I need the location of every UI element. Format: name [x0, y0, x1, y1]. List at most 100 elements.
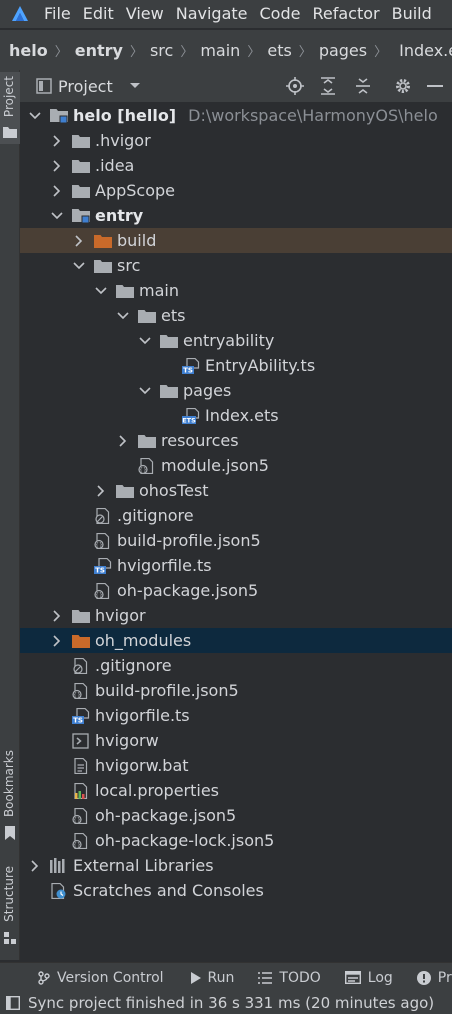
dropdown-arrow-icon[interactable]	[129, 82, 141, 90]
left-tool-stripe: Project Bookmarks Structure	[0, 70, 20, 960]
chevron-down-icon[interactable]	[94, 284, 108, 298]
tree-row-appscope[interactable]: AppScope	[20, 178, 452, 203]
expand-all-icon[interactable]	[318, 76, 338, 96]
tree-row-oh-modules[interactable]: oh_modules	[20, 628, 452, 653]
tree-row-hvigorw-bat[interactable]: hvigorw.bat	[20, 753, 452, 778]
tree-row-scratches-and-consoles[interactable]: Scratches and Consoles	[20, 878, 452, 903]
tree-row-idea[interactable]: .idea	[20, 153, 452, 178]
chevron-down-icon[interactable]	[138, 384, 152, 398]
chevron-down-icon[interactable]	[50, 209, 64, 223]
tree-row-pages[interactable]: pages	[20, 378, 452, 403]
chevron-right-icon[interactable]	[50, 134, 64, 148]
tree-item-label: Index.ets	[205, 406, 279, 425]
tree-row-oh-package-json5[interactable]: {} oh-package.json5	[20, 803, 452, 828]
chevron-right-icon[interactable]	[50, 609, 64, 623]
chevron-right-icon[interactable]	[28, 859, 42, 873]
breadcrumb-src[interactable]: src	[150, 41, 173, 60]
tree-row-hvigor[interactable]: hvigor	[20, 603, 452, 628]
bookmarks-tool-tab[interactable]: Bookmarks	[0, 746, 20, 846]
tree-row-entryability-ts[interactable]: TS EntryAbility.ts	[20, 353, 452, 378]
tree-row-build[interactable]: build	[20, 228, 452, 253]
breadcrumb-module[interactable]: entry	[75, 41, 123, 60]
tree-row-entry[interactable]: entry	[20, 203, 452, 228]
project-panel-title[interactable]: Project	[58, 77, 113, 96]
tree-row-hvigorw[interactable]: hvigorw	[20, 728, 452, 753]
project-tool-tab[interactable]: Project	[0, 72, 20, 144]
hide-panel-icon[interactable]	[425, 76, 445, 96]
chevron-right-icon[interactable]	[50, 159, 64, 173]
tree-row-hvigorfile-ts[interactable]: TS hvigorfile.ts	[20, 553, 452, 578]
structure-tool-tab[interactable]: Structure	[0, 862, 20, 952]
select-opened-file-icon[interactable]	[285, 76, 305, 96]
tool-windows-toggle-icon[interactable]	[6, 996, 20, 1010]
tree-item-label: build-profile.json5	[117, 531, 261, 550]
menu-edit[interactable]: Edit	[77, 0, 120, 28]
menu-navigate[interactable]: Navigate	[170, 0, 254, 28]
tree-row-external-libraries[interactable]: External Libraries	[20, 853, 452, 878]
scratches-icon	[50, 882, 68, 899]
tree-row-build-profile-json5[interactable]: {} build-profile.json5	[20, 678, 452, 703]
tree-row-hvigor[interactable]: .hvigor	[20, 128, 452, 153]
tree-row-oh-package-json5[interactable]: {} oh-package.json5	[20, 578, 452, 603]
version-control-button[interactable]: Version Control	[38, 970, 164, 986]
svg-text:{}: {}	[73, 692, 81, 699]
chevron-right-icon[interactable]	[50, 634, 64, 648]
folder-icon	[138, 308, 156, 324]
chevron-right-icon[interactable]	[50, 184, 64, 198]
tree-row-index-ets[interactable]: ETS Index.ets	[20, 403, 452, 428]
gear-icon[interactable]	[393, 76, 413, 96]
tree-row-build-profile-json5[interactable]: {} build-profile.json5	[20, 528, 452, 553]
json-file-icon: {}	[72, 807, 90, 824]
tree-row-ohostest[interactable]: ohosTest	[20, 478, 452, 503]
log-button[interactable]: Log	[344, 970, 393, 986]
chevron-right-icon[interactable]	[116, 434, 130, 448]
chevron-right-icon[interactable]	[94, 484, 108, 498]
tree-row-gitignore[interactable]: .gitignore	[20, 653, 452, 678]
menu-bar: File Edit View Navigate Code Refactor Bu…	[0, 0, 452, 28]
breadcrumb-project[interactable]: helo	[9, 41, 48, 60]
breadcrumb-pages[interactable]: pages	[319, 41, 367, 60]
tree-row-main[interactable]: main	[20, 278, 452, 303]
chevron-down-icon[interactable]	[138, 334, 152, 348]
folder-icon	[116, 483, 134, 499]
tree-row-helo-hello[interactable]: helo [hello] D:\workspace\HarmonyOS\helo	[20, 103, 452, 128]
tree-row-gitignore[interactable]: .gitignore	[20, 503, 452, 528]
menu-code[interactable]: Code	[254, 0, 307, 28]
json-file-icon: {}	[94, 532, 112, 549]
chevron-right-icon[interactable]	[72, 234, 86, 248]
breadcrumb-file[interactable]: Index.ets	[399, 41, 452, 60]
menu-build[interactable]: Build	[386, 0, 438, 28]
menu-refactor[interactable]: Refactor	[306, 0, 385, 28]
tree-row-hvigorfile-ts[interactable]: TS hvigorfile.ts	[20, 703, 452, 728]
breadcrumb-main[interactable]: main	[200, 41, 240, 60]
svg-text:{}: {}	[139, 467, 147, 474]
chevron-down-icon[interactable]	[116, 309, 130, 323]
tree-row-src[interactable]: src	[20, 253, 452, 278]
tree-row-ets[interactable]: ets	[20, 303, 452, 328]
problems-label: Prob	[437, 969, 452, 986]
tree-row-local-properties[interactable]: local.properties	[20, 778, 452, 803]
chevron-down-icon[interactable]	[28, 109, 42, 123]
todo-button[interactable]: TODO	[258, 970, 321, 986]
tree-item-label: main	[139, 281, 179, 300]
tree-row-entryability[interactable]: entryability	[20, 328, 452, 353]
menu-view[interactable]: View	[120, 0, 170, 28]
ts-file-icon: TS	[182, 357, 200, 374]
breadcrumb-ets[interactable]: ets	[267, 41, 291, 60]
menu-file[interactable]: File	[38, 0, 77, 28]
chevron-down-icon[interactable]	[72, 259, 86, 273]
problems-button[interactable]: Prob	[416, 969, 452, 986]
tree-item-label: .gitignore	[95, 656, 172, 675]
tree-item-label: AppScope	[95, 181, 175, 200]
tree-row-oh-package-lock-json5[interactable]: {} oh-package-lock.json5	[20, 828, 452, 853]
tree-row-module-json5[interactable]: {} module.json5	[20, 453, 452, 478]
run-button[interactable]: Run	[190, 970, 234, 986]
collapse-all-icon[interactable]	[353, 76, 373, 96]
tree-row-resources[interactable]: resources	[20, 428, 452, 453]
